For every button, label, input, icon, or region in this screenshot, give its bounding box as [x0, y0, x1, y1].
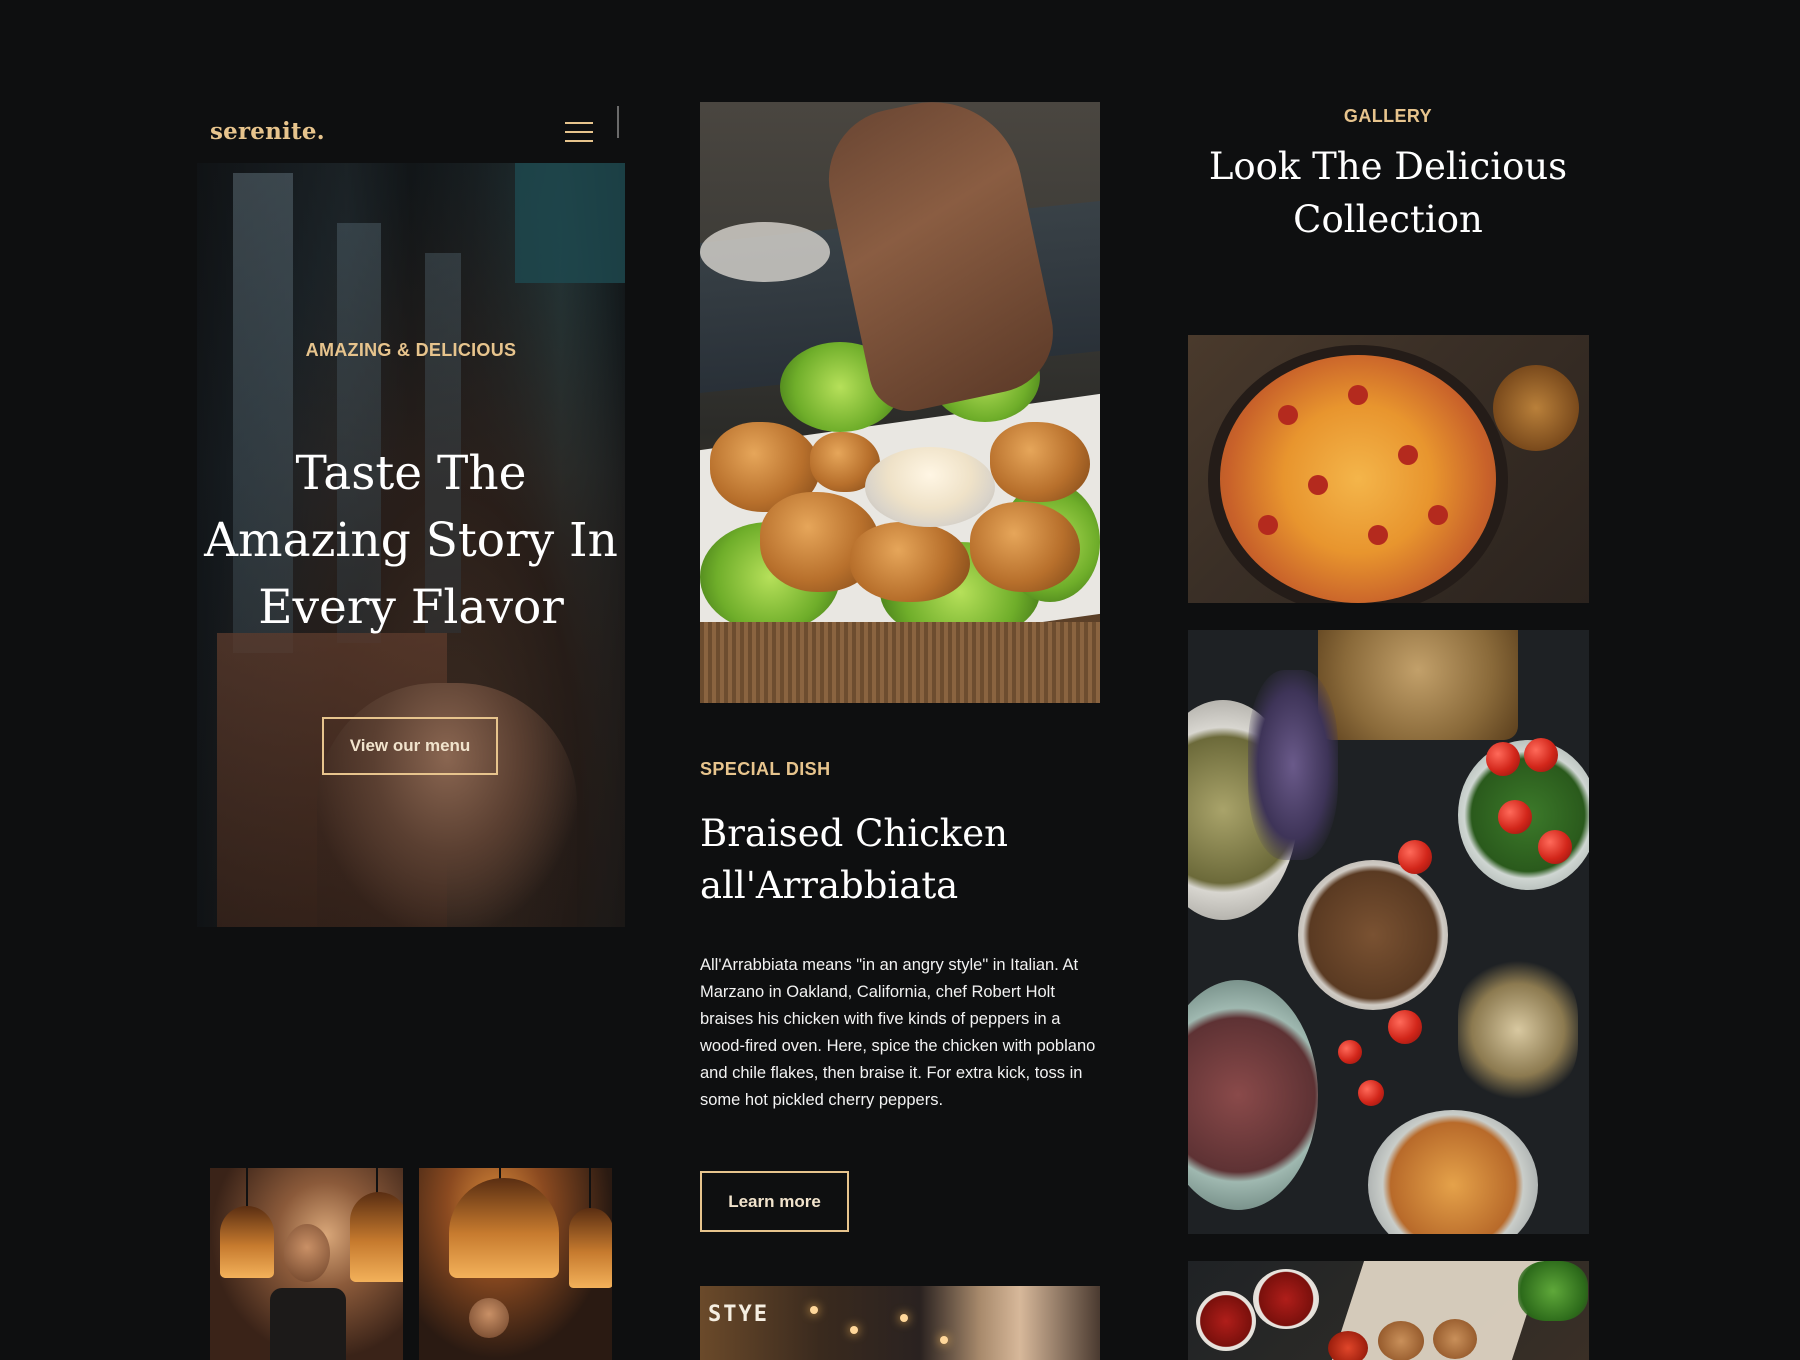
view-menu-button[interactable]: View our menu — [322, 717, 498, 775]
hero-title-line: Amazing Story In — [204, 513, 618, 568]
kitchen-lamps-image — [419, 1168, 612, 1360]
nav-divider — [617, 106, 619, 138]
pizza-image[interactable] — [1188, 335, 1589, 603]
learn-more-button[interactable]: Learn more — [700, 1171, 849, 1232]
hero-title-line: Every Flavor — [258, 580, 564, 635]
hamburger-menu-icon[interactable] — [565, 120, 595, 144]
special-dish-description: All'Arrabbiata means "in an angry style"… — [700, 956, 1096, 1109]
gallery-title-line: Collection — [1293, 198, 1483, 241]
special-dish-title: Braised Chicken all'Arrabbiata — [700, 808, 1120, 912]
brand-logo[interactable]: serenite. — [210, 118, 325, 145]
fried-chicken-dip-image — [700, 102, 1100, 703]
gallery-title-line: Look The Delicious — [1208, 145, 1568, 188]
chef-cooking-image — [210, 1168, 403, 1360]
hero-title: Taste The Amazing Story In Every Flavor — [197, 440, 625, 641]
restaurant-guest-image: STYE — [700, 1286, 1100, 1360]
hero-eyebrow: AMAZING & DELICIOUS — [305, 340, 517, 360]
gallery-title: Look The Delicious Collection — [1188, 140, 1588, 246]
gallery-eyebrow: GALLERY — [1343, 106, 1433, 126]
special-dish-eyebrow: SPECIAL DISH — [700, 759, 831, 779]
dish-title-line: Braised Chicken — [700, 812, 1008, 855]
vegetables-flatlay-image[interactable] — [1188, 630, 1589, 1234]
hero-title-line: Taste The — [295, 446, 527, 501]
sauces-flatlay-image[interactable] — [1188, 1261, 1589, 1360]
dish-title-line: all'Arrabbiata — [700, 864, 959, 907]
